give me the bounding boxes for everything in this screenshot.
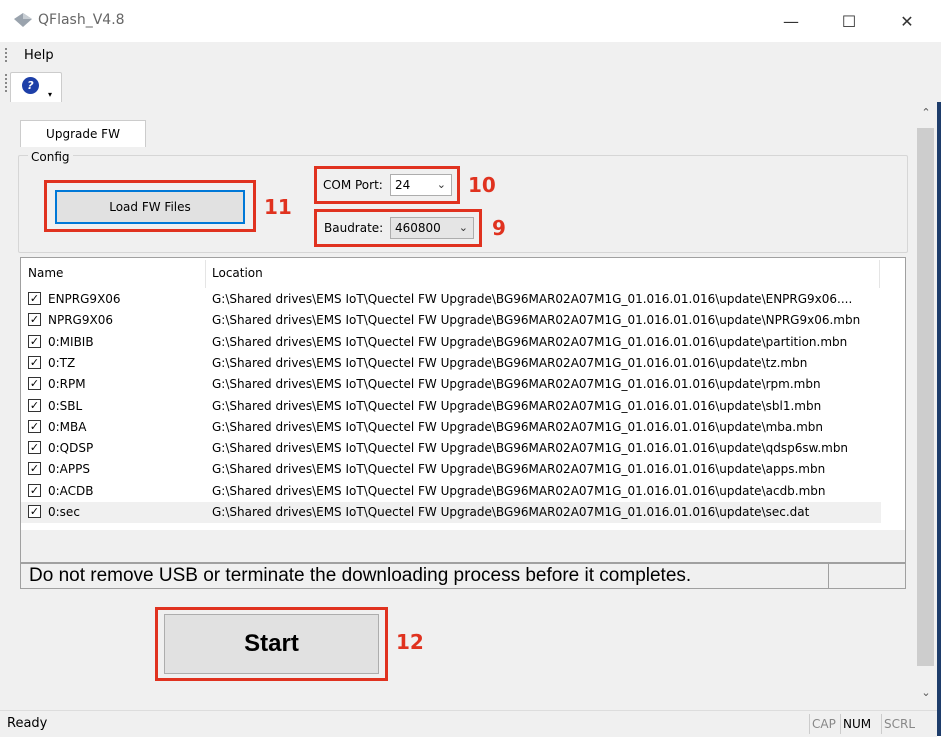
row-checkbox[interactable]: ✓ [28,292,41,305]
row-checkbox[interactable]: ✓ [28,505,41,518]
row-location: G:\Shared drives\EMS IoT\Quectel FW Upgr… [212,462,826,477]
scroll-up-icon[interactable]: ⌃ [915,106,937,126]
annotation-box-11 [44,180,256,232]
row-name: 0:TZ [48,355,76,370]
annotation-box-12 [155,607,388,681]
toolbar-dropdown-icon[interactable]: ▾ [48,90,52,99]
row-checkbox[interactable]: ✓ [28,355,41,369]
row-checkbox[interactable]: ✓ [28,377,41,391]
row-location: G:\Shared drives\EMS IoT\Quectel FW Upgr… [212,334,848,349]
row-checkbox[interactable]: ✓ [28,462,41,476]
table-row[interactable]: ✓ 0:TZ G:\Shared drives\EMS IoT\Quectel FW… [21,353,881,374]
row-location: G:\Shared drives\EMS IoT\Quectel FW Upgr… [212,398,822,413]
maximize-button[interactable]: ☐ [826,0,872,42]
annotation-box-9 [314,209,482,247]
num-lock-indicator: NUM [840,714,871,734]
list-empty-area [21,530,905,562]
desktop-edge [937,102,941,736]
row-location: G:\Shared drives\EMS IoT\Quectel FW Upgr… [212,419,823,434]
caps-lock-indicator: CAP [809,714,836,734]
config-group-label: Config [28,150,73,164]
annotation-number-10: 10 [468,173,496,197]
menu-grip [5,48,9,62]
table-row[interactable]: ✓ 0:MBA G:\Shared drives\EMS IoT\Quectel F… [21,417,881,438]
table-row[interactable]: ✓ 0:APPS G:\Shared drives\EMS IoT\Quectel … [21,459,881,480]
help-icon[interactable]: ? [22,77,39,94]
row-name: 0:QDSP [48,441,94,456]
row-checkbox[interactable]: ✓ [28,313,41,327]
column-divider[interactable] [879,260,880,288]
row-name: 0:ACDB [48,483,94,498]
annotation-number-9: 9 [492,216,506,240]
table-row[interactable]: ✓ 0:RPM G:\Shared drives\EMS IoT\Quectel F… [21,374,881,395]
table-row[interactable]: ✓ ENPRG9X06 G:\Shared drives\EMS IoT\Quect… [21,289,881,310]
column-header-name[interactable]: Name [28,266,63,280]
message-divider [828,564,829,588]
toolbar-grip [5,74,9,92]
row-checkbox[interactable]: ✓ [28,419,41,433]
row-checkbox[interactable]: ✓ [28,483,41,497]
row-name: 0:SBL [48,398,83,413]
annotation-box-10 [314,166,460,204]
table-row[interactable]: ✓ 0:SBL G:\Shared drives\EMS IoT\Quectel F… [21,396,881,417]
annotation-number-12: 12 [396,630,424,654]
row-name: 0:sec [48,505,80,519]
status-text: Ready [7,716,48,731]
scrollbar-thumb[interactable] [917,128,934,666]
menu-help[interactable]: Help [24,48,54,63]
row-name: 0:MBA [48,419,87,434]
row-location: G:\Shared drives\EMS IoT\Quectel FW Upgr… [212,483,826,498]
row-location: G:\Shared drives\EMS IoT\Quectel FW Upgr… [212,377,821,392]
column-header-location[interactable]: Location [212,266,263,280]
row-location: G:\Shared drives\EMS IoT\Quectel FW Upgr… [212,505,810,519]
row-checkbox[interactable]: ✓ [28,398,41,412]
table-row[interactable]: ✓ 0:sec G:\Shared drives\EMS IoT\Quectel F… [21,502,881,523]
scroll-down-icon[interactable]: ⌄ [915,686,937,706]
window-title: QFlash_V4.8 [38,12,125,28]
row-location: G:\Shared drives\EMS IoT\Quectel FW Upgr… [212,292,853,306]
row-name: 0:RPM [48,377,86,392]
scroll-lock-indicator: SCRL [881,714,915,734]
row-name: NPRG9X06 [48,313,113,328]
close-button[interactable]: ✕ [884,0,930,42]
status-bar [0,710,937,737]
row-name: 0:APPS [48,462,90,477]
app-diamond-icon [14,13,32,27]
table-row[interactable]: ✓ 0:MIBIB G:\Shared drives\EMS IoT\Quectel… [21,332,881,353]
row-location: G:\Shared drives\EMS IoT\Quectel FW Upgr… [212,355,808,370]
toolbar [0,68,941,103]
row-location: G:\Shared drives\EMS IoT\Quectel FW Upgr… [212,313,861,328]
row-checkbox[interactable]: ✓ [28,441,41,455]
minimize-button[interactable]: — [768,0,814,42]
row-name: 0:MIBIB [48,334,94,349]
table-row[interactable]: ✓ 0:ACDB G:\Shared drives\EMS IoT\Quectel … [21,481,881,502]
warning-message: Do not remove USB or terminate the downl… [29,565,692,586]
tab-upgrade-fw[interactable]: Upgrade FW [20,120,146,147]
row-checkbox[interactable]: ✓ [28,334,41,348]
row-name: ENPRG9X06 [48,292,121,306]
menu-bar [0,42,941,68]
row-location: G:\Shared drives\EMS IoT\Quectel FW Upgr… [212,441,849,456]
annotation-number-11: 11 [264,195,292,219]
table-row[interactable]: ✓ NPRG9X06 G:\Shared drives\EMS IoT\Quecte… [21,310,881,331]
column-divider[interactable] [205,260,206,288]
table-row[interactable]: ✓ 0:QDSP G:\Shared drives\EMS IoT\Quectel … [21,438,881,459]
